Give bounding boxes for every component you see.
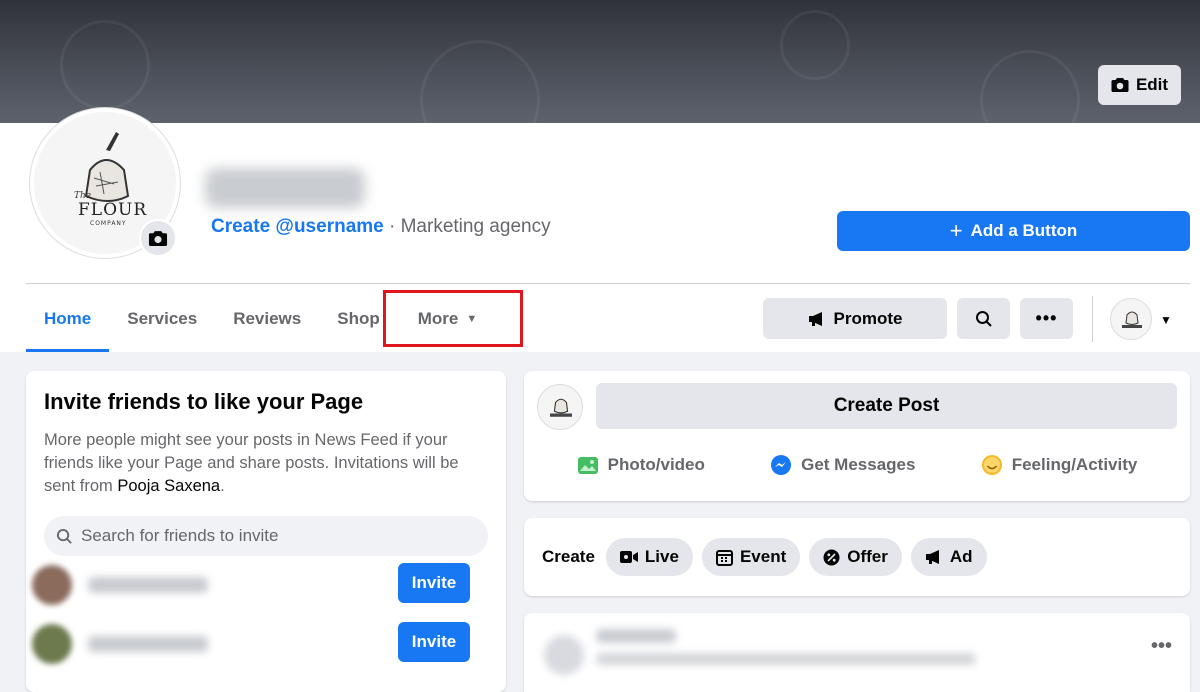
more-options-button[interactable]: ••• xyxy=(1020,298,1073,339)
subline-separator: · xyxy=(389,216,396,237)
camera-icon xyxy=(1111,78,1129,92)
invite-description-end: . xyxy=(220,477,225,495)
tab-reviews[interactable]: Reviews xyxy=(215,286,319,352)
friend-row: Invite xyxy=(32,561,470,609)
event-button[interactable]: Event xyxy=(701,538,801,576)
page-name-blurred xyxy=(205,168,365,208)
friend-avatar xyxy=(32,624,72,664)
flour-company-logo xyxy=(1122,311,1142,328)
search-icon xyxy=(56,528,72,544)
event-label: Event xyxy=(739,547,787,566)
composer-avatar xyxy=(537,384,583,430)
video-camera-icon xyxy=(619,551,638,563)
tab-shop[interactable]: Shop xyxy=(319,286,390,352)
search-page-button[interactable] xyxy=(957,298,1010,339)
invite-description: More people might see your posts in News… xyxy=(44,429,488,498)
invite-sender: Pooja Saxena xyxy=(117,477,221,495)
messenger-icon xyxy=(771,455,792,475)
promote-label: Promote xyxy=(833,308,903,328)
plus-icon: + xyxy=(949,218,963,243)
header-divider xyxy=(26,283,1190,284)
cover-photo: Edit xyxy=(0,0,1200,123)
update-profile-picture-button[interactable] xyxy=(139,219,177,257)
add-a-button[interactable]: + Add a Button xyxy=(837,211,1190,251)
get-messages-button[interactable]: Get Messages xyxy=(770,454,915,476)
post-options-ellipsis-icon[interactable]: ••• xyxy=(1151,635,1172,658)
page-category: Marketing agency xyxy=(400,216,551,237)
post-author-name-blurred xyxy=(596,629,676,643)
svg-text:COMPANY: COMPANY xyxy=(90,220,127,227)
photo-video-label: Photo/video xyxy=(607,455,705,474)
feed-post: ••• xyxy=(524,613,1190,692)
megaphone-icon xyxy=(808,311,822,326)
cover-decoration xyxy=(780,10,850,80)
promote-button[interactable]: Promote xyxy=(763,298,947,339)
flour-company-logo xyxy=(550,398,572,417)
camera-icon xyxy=(148,230,168,246)
edit-cover-button[interactable]: Edit xyxy=(1098,65,1181,105)
friend-name-blurred xyxy=(88,636,208,652)
ellipsis-icon: ••• xyxy=(1035,308,1058,328)
toolbar-separator xyxy=(1092,296,1093,342)
caret-down-icon[interactable]: ▼ xyxy=(1160,313,1172,327)
tab-label: Shop xyxy=(337,309,380,328)
ad-label: Ad xyxy=(949,547,973,566)
feeling-activity-button[interactable]: Feeling/Activity xyxy=(981,454,1138,476)
post-author-avatar-blurred xyxy=(544,635,584,675)
discount-tag-icon xyxy=(823,549,840,565)
invite-button[interactable]: Invite xyxy=(398,563,470,603)
friend-search-placeholder: Search for friends to invite xyxy=(81,526,279,545)
invite-button-label: Invite xyxy=(411,632,457,651)
create-post-button[interactable]: Create Post xyxy=(596,383,1177,429)
tab-label: Services xyxy=(127,309,198,328)
post-composer: Create Post Photo/video Get Messages Fee… xyxy=(524,371,1190,501)
add-button-label: Add a Button xyxy=(970,221,1078,240)
friend-search-input[interactable]: Search for friends to invite xyxy=(44,516,488,556)
feeling-activity-label: Feeling/Activity xyxy=(1011,455,1138,474)
cover-decoration xyxy=(420,40,540,123)
tab-home[interactable]: Home xyxy=(26,286,110,352)
tab-services[interactable]: Services xyxy=(109,286,215,352)
invite-button-label: Invite xyxy=(411,573,457,592)
create-post-label: Create Post xyxy=(833,395,940,416)
create-row: Create Live Event Offer Ad xyxy=(542,538,987,576)
svg-text:FLOUR: FLOUR xyxy=(78,200,147,220)
page-switcher-avatar[interactable] xyxy=(1110,298,1152,340)
get-messages-label: Get Messages xyxy=(801,455,916,474)
megaphone-icon xyxy=(925,550,939,564)
page-subline: Create @username · Marketing agency xyxy=(211,216,551,238)
ad-button[interactable]: Ad xyxy=(910,538,987,576)
friend-name-blurred xyxy=(88,577,208,593)
friend-row: Invite xyxy=(32,620,470,668)
create-label: Create xyxy=(542,547,595,566)
edit-cover-label: Edit xyxy=(1135,75,1169,94)
photo-video-button[interactable]: Photo/video xyxy=(577,454,705,476)
invite-description-text: More people might see your posts in News… xyxy=(44,431,459,495)
search-icon xyxy=(975,310,992,327)
page-header: The FLOUR COMPANY Create @username · Mar… xyxy=(0,108,1200,352)
calendar-icon xyxy=(715,549,733,566)
photo-icon xyxy=(577,457,598,474)
smiley-icon xyxy=(981,455,1002,475)
tab-label: Reviews xyxy=(233,309,302,328)
composer-actions: Photo/video Get Messages Feeling/Activit… xyxy=(524,449,1190,481)
live-label: Live xyxy=(644,547,679,566)
invite-button[interactable]: Invite xyxy=(398,622,470,662)
offer-button[interactable]: Offer xyxy=(809,538,902,576)
cover-decoration xyxy=(60,20,150,110)
create-bar: Create Live Event Offer Ad xyxy=(524,518,1190,596)
more-tab-highlight xyxy=(383,290,523,347)
invite-title: Invite friends to like your Page xyxy=(44,389,364,414)
tab-label: Home xyxy=(44,309,92,328)
friend-avatar xyxy=(32,565,72,605)
create-username-link[interactable]: Create @username xyxy=(211,216,384,237)
post-meta-blurred xyxy=(596,653,976,665)
offer-label: Offer xyxy=(847,547,888,566)
cover-decoration xyxy=(980,50,1080,123)
live-button[interactable]: Live xyxy=(605,538,693,576)
